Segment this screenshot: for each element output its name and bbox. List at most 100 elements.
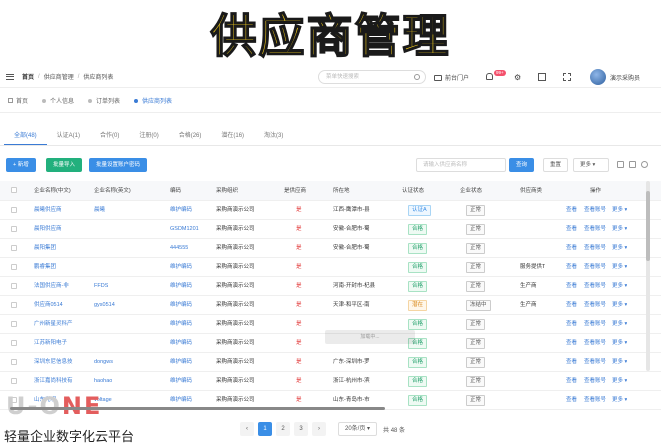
op-more-link[interactable]: 更多 ▾: [612, 334, 627, 353]
more-filter-button[interactable]: 更多 ▾: [573, 158, 609, 172]
page-1[interactable]: 1: [258, 422, 272, 436]
cell-code[interactable]: 维护编码: [170, 277, 192, 296]
op-account-link[interactable]: 查看账号: [584, 220, 606, 239]
page-prev[interactable]: ‹: [240, 422, 254, 436]
user-menu[interactable]: 演示采购员: [590, 69, 640, 85]
op-account-link[interactable]: 查看账号: [584, 353, 606, 372]
op-view-link[interactable]: 查看: [566, 201, 577, 220]
op-view-link[interactable]: 查看: [566, 334, 577, 353]
page-3[interactable]: 3: [294, 422, 308, 436]
op-account-link[interactable]: 查看账号: [584, 315, 606, 334]
supplier-search-input[interactable]: 请输入供应商名称: [416, 158, 506, 172]
status-tab-cooperation[interactable]: 合作(0): [90, 128, 129, 145]
cell-name-cn[interactable]: 鹏睿集团: [34, 258, 56, 277]
table-row[interactable]: 晨阳供应商 GSDM1201 采购商演示公司 是 安徽-合肥市-蜀 合格 正常 查看 查看账号更…: [0, 220, 661, 239]
menu-search-input[interactable]: 菜单快速搜索: [318, 70, 426, 84]
status-tab-eliminated[interactable]: 淘汰(3): [254, 128, 293, 145]
table-scrollbar[interactable]: [646, 181, 650, 371]
tab-supplier-list[interactable]: 供应商列表: [134, 96, 172, 105]
row-checkbox[interactable]: [11, 245, 17, 251]
select-all-checkbox[interactable]: [11, 187, 17, 193]
cell-name-cn[interactable]: 广州新星灵科产: [34, 315, 73, 334]
cell-code[interactable]: 维护编码: [170, 296, 192, 315]
status-tab-qualified[interactable]: 合格(26): [169, 128, 212, 145]
op-more-link[interactable]: 更多 ▾: [612, 201, 627, 220]
cell-code[interactable]: 维护编码: [170, 353, 192, 372]
op-more-link[interactable]: 更多 ▾: [612, 239, 627, 258]
status-tab-potential[interactable]: 潜在(16): [211, 128, 254, 145]
row-checkbox[interactable]: [11, 359, 17, 365]
breadcrumb-supplier-mgmt[interactable]: 供应商管理: [44, 72, 74, 81]
op-account-link[interactable]: 查看账号: [584, 201, 606, 220]
op-more-link[interactable]: 更多 ▾: [612, 277, 627, 296]
query-button[interactable]: 查询: [509, 158, 535, 172]
row-checkbox[interactable]: [11, 321, 17, 327]
cell-name-cn[interactable]: 浙江嘉尚科技有: [34, 372, 73, 391]
op-more-link[interactable]: 更多 ▾: [612, 296, 627, 315]
op-more-link[interactable]: 更多 ▾: [612, 220, 627, 239]
table-row[interactable]: 深圳东尼信息技 dongws 维护编码 采购商演示公司 是 广东-深圳市-罗 合格 正常 查看查…: [0, 353, 661, 372]
portal-link[interactable]: 前台门户: [434, 73, 469, 82]
menu-icon[interactable]: [6, 73, 14, 80]
cell-name-cn[interactable]: 晨曦供应商: [34, 201, 62, 220]
op-view-link[interactable]: 查看: [566, 220, 577, 239]
op-account-link[interactable]: 查看账号: [584, 258, 606, 277]
download-icon[interactable]: [629, 161, 636, 168]
tab-home[interactable]: 首页: [8, 96, 28, 105]
cell-name-cn[interactable]: 江苏新阳电子: [34, 334, 67, 353]
page-2[interactable]: 2: [276, 422, 290, 436]
op-view-link[interactable]: 查看: [566, 277, 577, 296]
page-next[interactable]: ›: [312, 422, 326, 436]
page-size-select[interactable]: 20条/页 ▾: [338, 422, 378, 436]
status-tab-registered[interactable]: 注册(0): [129, 128, 168, 145]
op-account-link[interactable]: 查看账号: [584, 296, 606, 315]
row-checkbox[interactable]: [11, 226, 17, 232]
fullscreen-button[interactable]: [563, 73, 571, 81]
table-row[interactable]: 鹏睿集团 维护编码 采购商演示公司 是 服务提供T 合格 正常 查看 查看账号 更多 ▾: [0, 258, 661, 277]
search-icon[interactable]: [414, 73, 420, 80]
op-view-link[interactable]: 查看: [566, 353, 577, 372]
cell-name-en[interactable]: 晨曦: [94, 201, 105, 220]
table-row[interactable]: 法国供应商-非 FFDS 维护编码 采购商演示公司 是 河南-开封市-杞县 生产商 合格 正常 查…: [0, 277, 661, 296]
cell-code[interactable]: 维护编码: [170, 258, 192, 277]
tab-orders[interactable]: 订单列表: [88, 96, 120, 105]
print-icon[interactable]: [641, 161, 648, 168]
cell-code[interactable]: 维护编码: [170, 201, 192, 220]
op-account-link[interactable]: 查看账号: [584, 239, 606, 258]
op-more-link[interactable]: 更多 ▾: [612, 372, 627, 391]
op-more-link[interactable]: 更多 ▾: [612, 315, 627, 334]
op-account-link[interactable]: 查看账号: [584, 277, 606, 296]
reset-button[interactable]: 重置: [543, 158, 569, 172]
cell-code[interactable]: 维护编码: [170, 372, 192, 391]
row-checkbox[interactable]: [11, 283, 17, 289]
row-checkbox[interactable]: [11, 378, 17, 384]
cell-name-en[interactable]: gys0514: [94, 296, 115, 315]
table-row[interactable]: 晨曦供应商 晨曦 维护编码 采购商演示公司 是 江西-鹰潭市-县 认证A 正常 查看 查看账号 更多…: [0, 201, 661, 220]
op-account-link[interactable]: 查看账号: [584, 334, 606, 353]
status-tab-certified[interactable]: 认证A(1): [47, 128, 90, 145]
op-view-link[interactable]: 查看: [566, 258, 577, 277]
op-view-link[interactable]: 查看: [566, 239, 577, 258]
cell-name-cn[interactable]: 晨阳供应商: [34, 220, 62, 239]
cell-code[interactable]: 维护编码: [170, 315, 192, 334]
row-checkbox[interactable]: [11, 264, 17, 270]
tab-profile[interactable]: 个人信息: [42, 96, 74, 105]
op-view-link[interactable]: 查看: [566, 296, 577, 315]
cell-name-cn[interactable]: 法国供应商-非: [34, 277, 69, 296]
batch-import-button[interactable]: 批量导入: [46, 158, 83, 172]
add-button[interactable]: + 新增: [6, 158, 36, 172]
op-account-link[interactable]: 查看账号: [584, 372, 606, 391]
filter-icon[interactable]: [617, 161, 624, 168]
row-checkbox[interactable]: [11, 302, 17, 308]
op-view-link[interactable]: 查看: [566, 372, 577, 391]
cell-code[interactable]: GSDM1201: [170, 220, 199, 239]
settings-button[interactable]: ⚙: [514, 73, 521, 82]
op-more-link[interactable]: 更多 ▾: [612, 258, 627, 277]
op-more-link[interactable]: 更多 ▾: [612, 353, 627, 372]
status-tab-all[interactable]: 全部(48): [4, 128, 47, 145]
scroll-thumb[interactable]: [646, 191, 650, 261]
cell-code[interactable]: 维护编码: [170, 334, 192, 353]
cell-name-en[interactable]: FFDS: [94, 277, 108, 296]
cell-code[interactable]: 444555: [170, 239, 188, 258]
table-row[interactable]: 供应商0514 gys0514 维护编码 采购商演示公司 是 天津-和平区-南 生产商 潜在 冻…: [0, 296, 661, 315]
